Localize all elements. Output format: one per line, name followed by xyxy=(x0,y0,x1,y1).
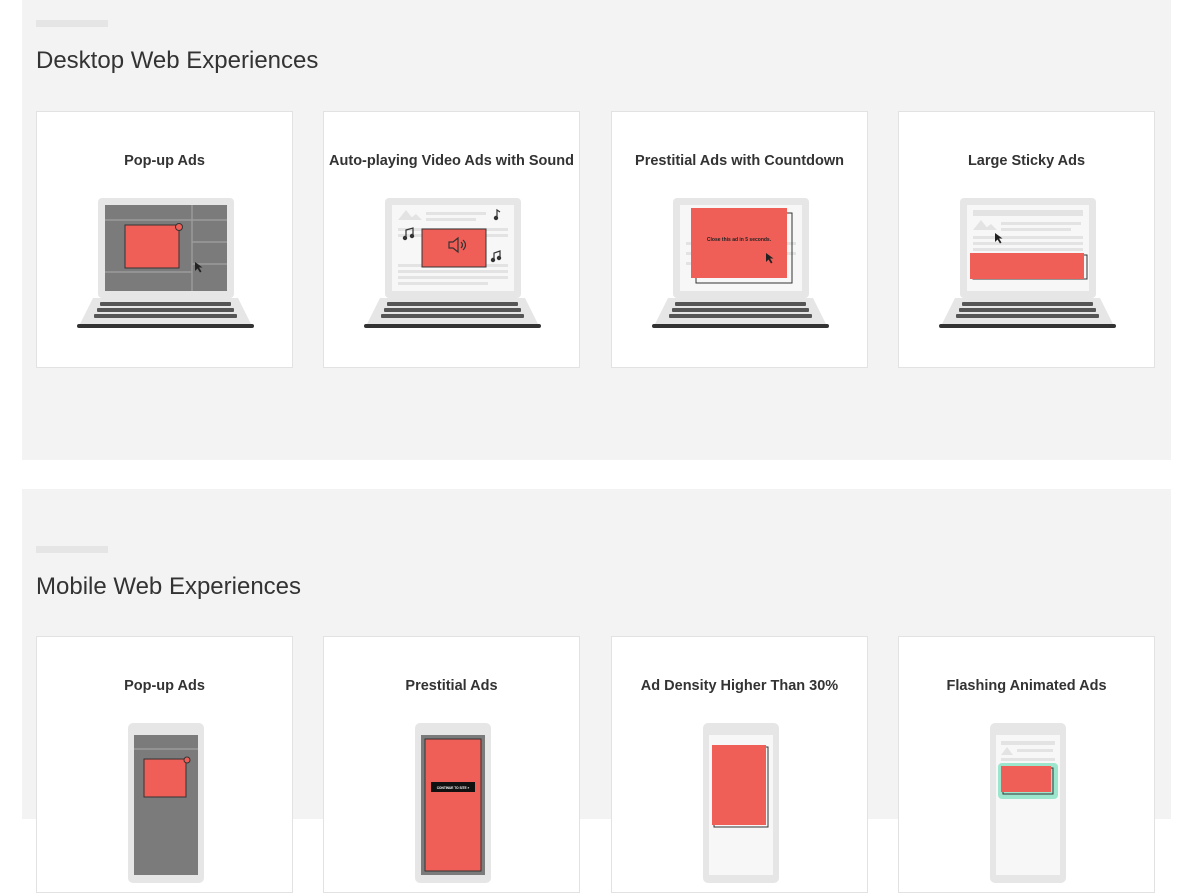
mobile-section: Mobile Web Experiences Pop-up Ads Presti… xyxy=(22,489,1171,893)
phone-ad-density-illustration xyxy=(612,637,869,894)
section-accent-bar xyxy=(36,546,108,553)
desktop-section: Desktop Web Experiences Pop-up Ads Auto-… xyxy=(22,0,1171,460)
section-title-desktop: Desktop Web Experiences xyxy=(36,47,319,74)
phone-popup-ad-illustration xyxy=(37,637,294,894)
card-desktop-autoplay-video-ads[interactable]: Auto-playing Video Ads with Sound xyxy=(323,111,580,368)
section-accent-bar xyxy=(36,20,108,27)
card-mobile-popup-ads[interactable]: Pop-up Ads xyxy=(36,636,293,893)
card-mobile-flashing-animated-ads[interactable]: Flashing Animated Ads xyxy=(898,636,1155,893)
card-desktop-prestitial-countdown-ads[interactable]: Prestitial Ads with Countdown Close this… xyxy=(611,111,868,368)
laptop-popup-ad-illustration xyxy=(37,112,294,369)
continue-to-site-text: CONTINUE TO SITE » xyxy=(437,786,470,790)
card-desktop-large-sticky-ads[interactable]: Large Sticky Ads xyxy=(898,111,1155,368)
card-desktop-popup-ads[interactable]: Pop-up Ads xyxy=(36,111,293,368)
card-mobile-prestitial-ads[interactable]: Prestitial Ads CONTINUE TO SITE » xyxy=(323,636,580,893)
phone-flashing-animated-ad-illustration xyxy=(899,637,1156,894)
laptop-large-sticky-ad-illustration xyxy=(899,112,1156,369)
section-title-mobile: Mobile Web Experiences xyxy=(36,573,302,600)
card-mobile-ad-density[interactable]: Ad Density Higher Than 30% xyxy=(611,636,868,893)
laptop-autoplay-video-ad-illustration xyxy=(324,112,581,369)
laptop-prestitial-countdown-ad-illustration: Close this ad in 5 seconds. xyxy=(612,112,869,369)
countdown-text: Close this ad in 5 seconds. xyxy=(707,237,772,243)
phone-prestitial-ad-illustration: CONTINUE TO SITE » xyxy=(324,637,581,894)
